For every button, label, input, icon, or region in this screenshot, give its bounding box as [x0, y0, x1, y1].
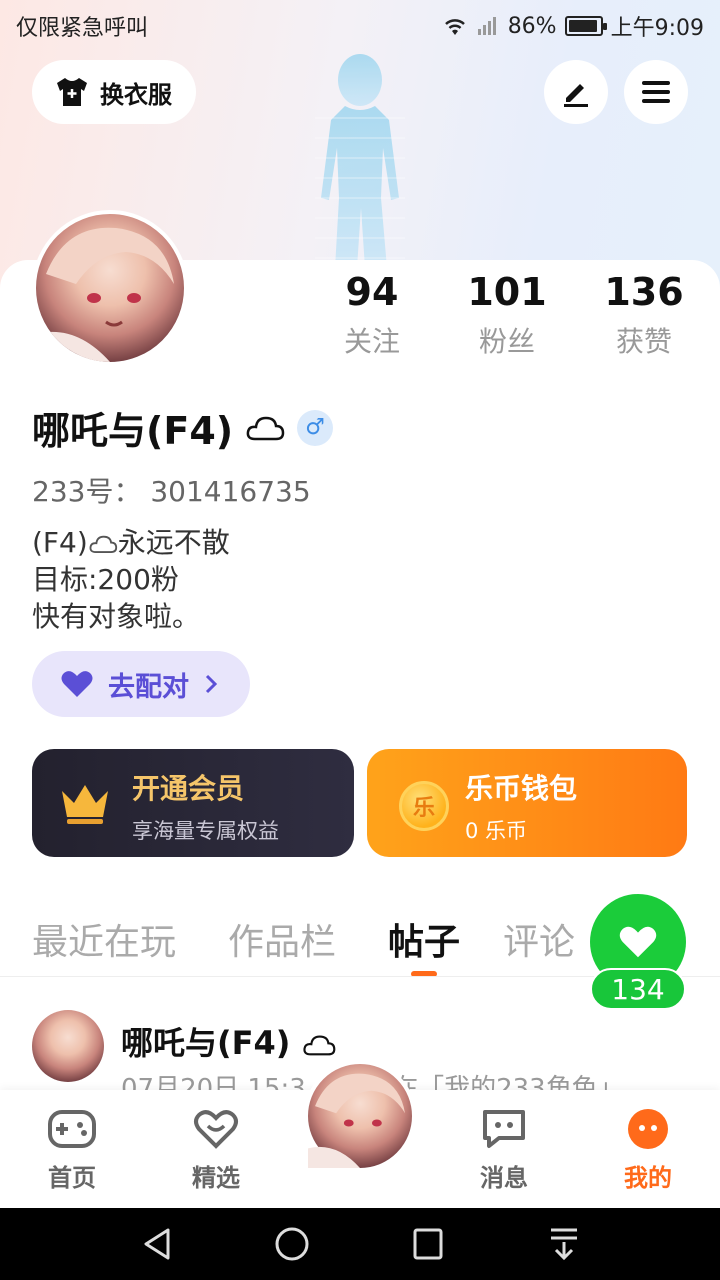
pencil-icon — [564, 84, 588, 107]
stat-fans-value: 101 — [467, 270, 547, 314]
nav-messages-label: 消息 — [480, 1164, 528, 1192]
heart-icon — [619, 926, 657, 958]
like-count-badge: 134 — [590, 968, 686, 1010]
cloud-icon — [89, 535, 117, 553]
stat-following-label: 关注 — [343, 325, 400, 358]
post-author-row: 哪吒与(F4) — [121, 1018, 336, 1064]
stat-likes[interactable]: 136 获赞 — [579, 270, 709, 360]
menu-button[interactable] — [624, 60, 688, 124]
wallet-balance: 0 乐币 — [465, 819, 528, 843]
battery-icon — [564, 16, 607, 36]
nav-home-label: 首页 — [48, 1164, 96, 1192]
stat-likes-value: 136 — [604, 270, 684, 314]
heart-outline-icon — [194, 1110, 238, 1149]
bottom-navigation: 首页 精选 消息 我的 — [0, 1060, 720, 1208]
user-id[interactable]: 233号： 301416735 — [32, 470, 311, 510]
vip-subtitle: 享海量专属权益 — [132, 819, 279, 843]
tab-works[interactable]: 作品栏 — [228, 913, 336, 965]
status-icons: 86% 上午9:09 — [442, 10, 704, 42]
profile-stats: 94 关注 101 粉丝 136 获赞 — [0, 270, 720, 370]
stat-fans[interactable]: 101 粉丝 — [442, 270, 572, 360]
wallet-title: 乐币钱包 — [465, 772, 578, 805]
heart-icon — [61, 671, 93, 697]
crown-icon — [62, 785, 108, 824]
go-pair-button[interactable]: 去配对 — [32, 651, 250, 717]
change-outfit-label: 换衣服 — [100, 80, 172, 109]
nav-featured[interactable]: 精选 — [171, 1108, 261, 1193]
notification-pull-icon[interactable] — [547, 1226, 581, 1262]
avatar-artwork — [308, 1073, 405, 1168]
profile-name-row: 哪吒与(F4) ♂ — [32, 400, 334, 455]
nav-home[interactable]: 首页 — [27, 1108, 117, 1193]
edit-profile-button[interactable] — [544, 60, 608, 124]
status-bar: 仅限紧急呼叫 86% 上午9:09 — [0, 0, 720, 50]
nav-avatar-button[interactable] — [304, 1060, 416, 1172]
home-icon[interactable] — [274, 1226, 310, 1262]
tab-recently-played[interactable]: 最近在玩 — [32, 913, 176, 965]
tab-posts[interactable]: 帖子 — [388, 913, 460, 965]
wifi-icon — [444, 19, 465, 35]
profile-name: 哪吒与(F4) — [32, 409, 234, 453]
tab-comments[interactable]: 评论 — [503, 913, 575, 965]
coin-icon: 乐 — [399, 781, 449, 831]
bio-line-3: 快有对象啦。 — [32, 600, 201, 633]
nav-featured-label: 精选 — [192, 1164, 240, 1192]
go-pair-label: 去配对 — [108, 671, 189, 703]
post-author-name: 哪吒与(F4) — [121, 1024, 291, 1062]
cloud-icon — [302, 1035, 335, 1056]
back-icon[interactable] — [140, 1226, 174, 1262]
stat-following-value: 94 — [345, 270, 399, 314]
vip-title: 开通会员 — [132, 772, 245, 805]
nav-me[interactable]: 我的 — [603, 1108, 693, 1193]
stat-following[interactable]: 94 关注 — [307, 270, 437, 360]
bio-line-1: (F4) 永远不散 — [32, 526, 230, 559]
shirt-icon — [57, 78, 87, 106]
post-author-avatar[interactable] — [32, 1010, 104, 1082]
cloud-icon — [246, 416, 285, 440]
recents-icon[interactable] — [411, 1226, 445, 1262]
bio-line-2: 目标:200粉 — [32, 563, 179, 596]
hamburger-icon — [642, 81, 670, 103]
nav-messages[interactable]: 消息 — [459, 1108, 549, 1193]
gamepad-icon — [48, 1110, 96, 1148]
system-navigation-bar — [0, 1208, 720, 1280]
battery-percent: 86% — [507, 13, 557, 39]
clock: 上午9:09 — [610, 16, 704, 41]
chat-bubble-icon — [483, 1110, 525, 1148]
vip-membership-card[interactable]: 开通会员 享海量专属权益 — [32, 749, 354, 857]
nav-me-label: 我的 — [624, 1164, 672, 1192]
stat-likes-label: 获赞 — [615, 325, 672, 358]
me-face-icon — [628, 1109, 668, 1149]
wallet-card[interactable]: 乐 乐币钱包 0 乐币 — [367, 749, 687, 857]
profile-bio: (F4) 永远不散 目标:200粉 快有对象啦。 — [32, 524, 230, 635]
avatar-hologram-figure — [315, 54, 405, 268]
change-outfit-button[interactable]: 换衣服 — [32, 60, 196, 124]
carrier-text: 仅限紧急呼叫 — [16, 16, 149, 41]
chevron-right-icon — [205, 674, 218, 694]
stat-fans-label: 粉丝 — [478, 325, 535, 358]
male-gender-icon: ♂ — [297, 409, 334, 446]
signal-icon — [477, 17, 496, 35]
